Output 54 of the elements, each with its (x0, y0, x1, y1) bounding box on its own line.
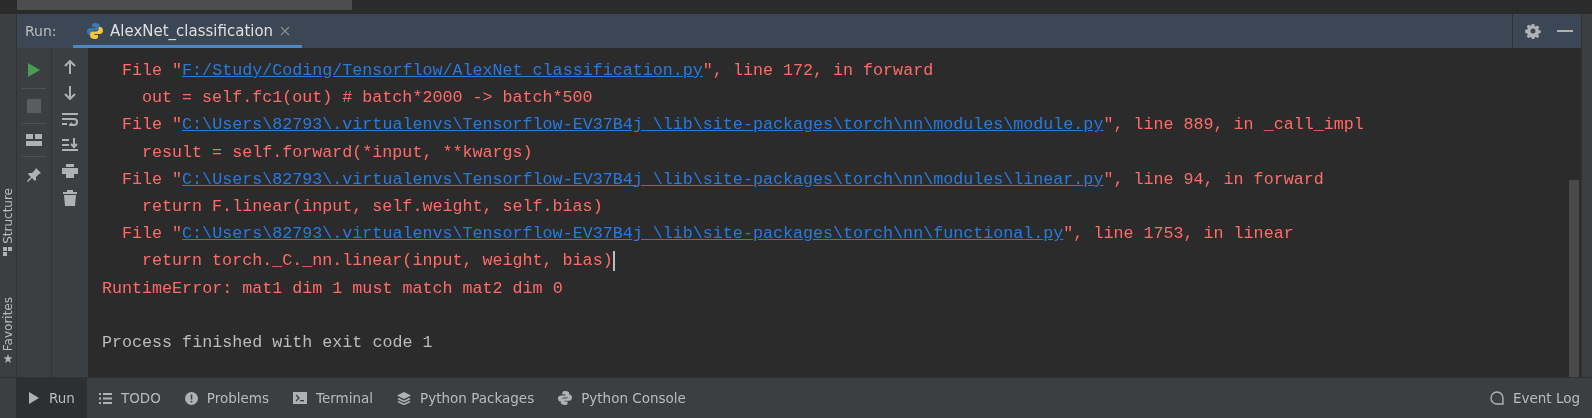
scroll-to-end-icon[interactable] (62, 138, 78, 152)
console-text: File " (122, 114, 183, 137)
console-text: File " (122, 223, 183, 246)
console-text: return F.linear(input, self.weight, self.bias) (142, 195, 603, 218)
tool-window-tab[interactable]: Run (16, 378, 87, 418)
error-message: RuntimeError: mat1 dim 1 must match mat2 dim 0 (102, 277, 563, 300)
file-link[interactable]: F:/Study/Coding/Tensorflow/AlexNet_classification.py (182, 57, 703, 85)
up-arrow-icon[interactable] (64, 60, 76, 74)
print-icon[interactable] (62, 164, 78, 178)
tool-window-tab[interactable]: Python Packages (385, 378, 547, 418)
scrollbar[interactable] (1569, 180, 1579, 377)
alert-icon (184, 391, 198, 405)
tool-window-tab[interactable]: Terminal (281, 378, 386, 418)
console-text: return torch._C._nn.linear(input, weight, bias) (142, 250, 613, 273)
file-link[interactable]: C:\Users\82793\.virtualenvs\Tensorflow-EV37B4j_\lib\site-packages\torch\nn\functional.py (182, 220, 1064, 248)
terminal-icon (293, 392, 308, 404)
speech-bubble-icon (1489, 391, 1504, 405)
file-link[interactable]: C:\Users\82793\.virtualenvs\Tensorflow-EV37B4j_\lib\site-packages\torch\nn\modules\linear.py (182, 165, 1104, 193)
console-text: File " (122, 168, 183, 191)
console-tab[interactable]: AlexNet_classification (73, 14, 303, 48)
python-icon (87, 23, 103, 39)
pin-icon[interactable] (26, 167, 42, 183)
tool-window-tab[interactable]: Problems (172, 378, 282, 418)
star-icon[interactable] (3, 354, 13, 365)
event-log-tab[interactable]: Event Log (1477, 378, 1592, 418)
side-tab[interactable]: Favorites (1, 296, 15, 352)
console-text: ", line 1753, in linear (1063, 223, 1294, 246)
scrollbar[interactable] (17, 0, 352, 10)
console-text: Process finished with exit code 1 (102, 331, 433, 354)
settings-icon[interactable] (1525, 23, 1541, 39)
console-text: ", line 94, in forward (1103, 168, 1324, 191)
down-arrow-icon[interactable] (64, 86, 76, 100)
console-text: out = self.fc1(out) # batch*2000 -> batch*500 (142, 87, 593, 110)
python-icon (558, 391, 573, 405)
console-text: ", line 889, in _call_impl (1103, 114, 1364, 137)
structure-icon[interactable] (3, 246, 13, 257)
list-icon (98, 392, 112, 404)
layers-icon (397, 391, 412, 405)
run-label: Run: (24, 22, 58, 41)
tab-label: AlexNet_classification (110, 22, 274, 40)
tool-window-tab[interactable]: Python Console (546, 378, 698, 418)
wrap-icon[interactable] (62, 112, 78, 126)
console-text: File " (122, 60, 183, 82)
minimize-icon[interactable] (1557, 29, 1573, 33)
close-icon (280, 26, 291, 36)
play-icon (28, 392, 40, 404)
layout-icon[interactable] (26, 134, 42, 146)
console-text: ", line 172, in forward (702, 60, 934, 82)
side-tab[interactable]: Structure (1, 188, 15, 244)
trash-icon[interactable] (63, 190, 77, 206)
play-icon[interactable] (27, 62, 41, 78)
tool-window-tab[interactable]: TODO (86, 378, 173, 418)
file-link[interactable]: C:\Users\82793\.virtualenvs\Tensorflow-EV37B4j_\lib\site-packages\torch\nn\modules\module.py (182, 111, 1104, 139)
console-text: result = self.forward(*input, **kwargs) (142, 141, 533, 164)
